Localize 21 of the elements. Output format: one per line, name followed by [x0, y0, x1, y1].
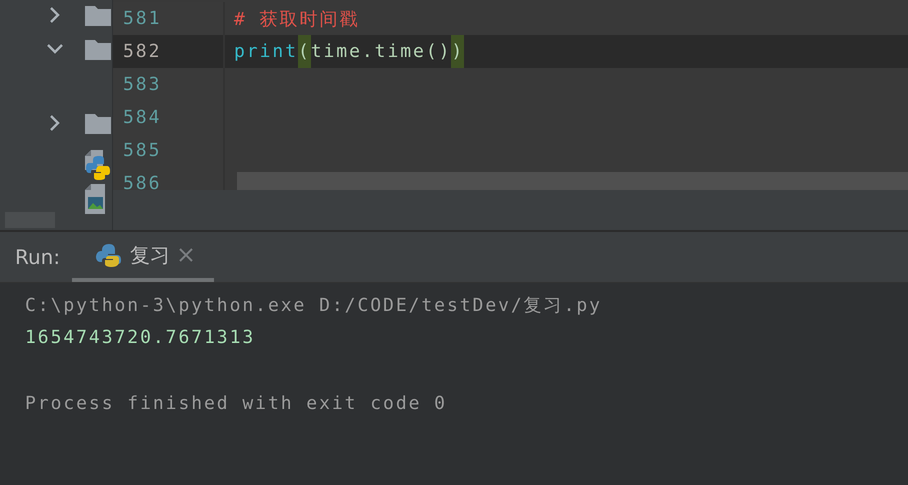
- code-paren: ): [451, 35, 464, 68]
- run-tab[interactable]: 复习: [72, 232, 214, 282]
- run-label: Run:: [15, 245, 62, 269]
- code-comment: # 获取时间戳: [234, 8, 360, 32]
- python-file-icon[interactable]: [85, 150, 111, 180]
- python-icon: [96, 242, 122, 268]
- command-line: C:\python-3\python.exe D:/CODE/testDev/复习.py: [25, 294, 603, 318]
- folder-icon[interactable]: [85, 4, 111, 26]
- folder-icon[interactable]: [85, 38, 111, 60]
- status-message: Process finished with exit code 0: [25, 392, 448, 416]
- close-icon[interactable]: [178, 247, 194, 263]
- line-number: 582: [113, 35, 225, 68]
- output-text: 1654743720.7671313: [25, 326, 256, 350]
- image-file-icon[interactable]: [85, 184, 107, 214]
- code-paren: (: [298, 35, 311, 68]
- chevron-down-icon[interactable]: [46, 43, 64, 55]
- folder-icon[interactable]: [85, 112, 111, 134]
- chevron-right-icon[interactable]: [49, 114, 61, 132]
- code-text: time.time(): [310, 40, 452, 64]
- code-keyword: print: [234, 40, 298, 64]
- chevron-right-icon[interactable]: [49, 6, 61, 24]
